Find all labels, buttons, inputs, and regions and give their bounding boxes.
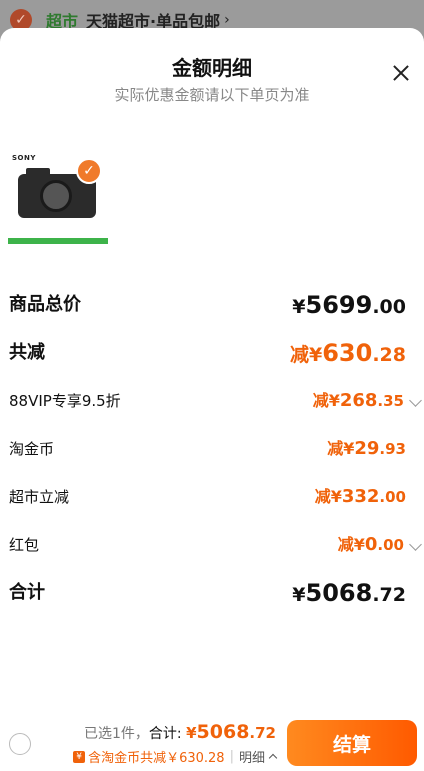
coin-discount-amount: 减¥29.93: [327, 438, 406, 459]
sheet-subtitle: 实际优惠金额请以下单页为准: [114, 86, 310, 104]
amount-detail-sheet: 金额明细 实际优惠金额请以下单页为准 SONY ✓ 商品总价 ¥5699.00 …: [0, 28, 424, 771]
coin-discount-label: 淘金币: [9, 440, 55, 458]
total-label: 合计:: [148, 726, 187, 742]
selected-count: 已选1件，: [84, 726, 149, 742]
subtotal-amount: ¥5699.00: [292, 291, 406, 319]
checkout-bar: 已选1件，合计: ¥5068.72 ¥ 含淘金币共减￥630.28 | 明细 结…: [0, 713, 424, 771]
coin-icon: ¥: [73, 750, 86, 763]
product-badge-stripe: [8, 238, 108, 244]
total-discount-label: 共减: [9, 342, 45, 363]
red-packet-amount: 减¥0.00: [337, 534, 404, 555]
checkout-discount-line: ¥ 含淘金币共减￥630.28 | 明细: [73, 747, 278, 766]
instant-discount-row: 超市立减 减¥332.00: [0, 482, 424, 512]
subtotal-row: 商品总价 ¥5699.00: [0, 290, 424, 320]
vip-discount-label: 88VIP专享9.5折: [9, 392, 121, 410]
chevron-down-icon[interactable]: [409, 538, 422, 551]
checkout-summary: 已选1件，合计: ¥5068.72: [84, 721, 276, 743]
product-selected-check-icon: ✓: [76, 158, 102, 184]
coin-discount-row: 淘金币 减¥29.93: [0, 434, 424, 464]
discount-summary: 含淘金币共减￥630.28: [88, 751, 225, 766]
vip-discount-row[interactable]: 88VIP专享9.5折 减¥268.35: [0, 386, 424, 416]
instant-discount-amount: 减¥332.00: [314, 486, 406, 507]
detail-toggle[interactable]: 明细: [239, 747, 278, 766]
checkout-button[interactable]: 结算: [287, 720, 417, 766]
total-discount-amount: 减¥630.28: [289, 339, 406, 367]
red-packet-label: 红包: [9, 536, 40, 554]
vip-discount-amount: 减¥268.35: [312, 390, 404, 411]
chevron-down-icon[interactable]: [409, 394, 422, 407]
red-packet-row[interactable]: 红包 减¥0.00: [0, 530, 424, 560]
product-brand: SONY: [12, 154, 36, 162]
chevron-up-icon: [268, 753, 278, 763]
sheet-title: 金额明细: [172, 56, 252, 80]
chevron-right-icon: ›: [224, 12, 230, 28]
subtotal-label: 商品总价: [9, 294, 81, 315]
total-amount: ¥5068.72: [292, 579, 406, 607]
instant-discount-label: 超市立减: [9, 488, 70, 506]
checkout-total-amount: 5068: [196, 721, 250, 743]
total-row: 合计 ¥5068.72: [0, 578, 424, 608]
divider: |: [229, 749, 234, 764]
total-discount-row: 共减 减¥630.28: [0, 338, 424, 368]
select-all-radio[interactable]: [9, 733, 31, 755]
close-icon[interactable]: [386, 58, 416, 88]
total-label: 合计: [9, 582, 45, 603]
